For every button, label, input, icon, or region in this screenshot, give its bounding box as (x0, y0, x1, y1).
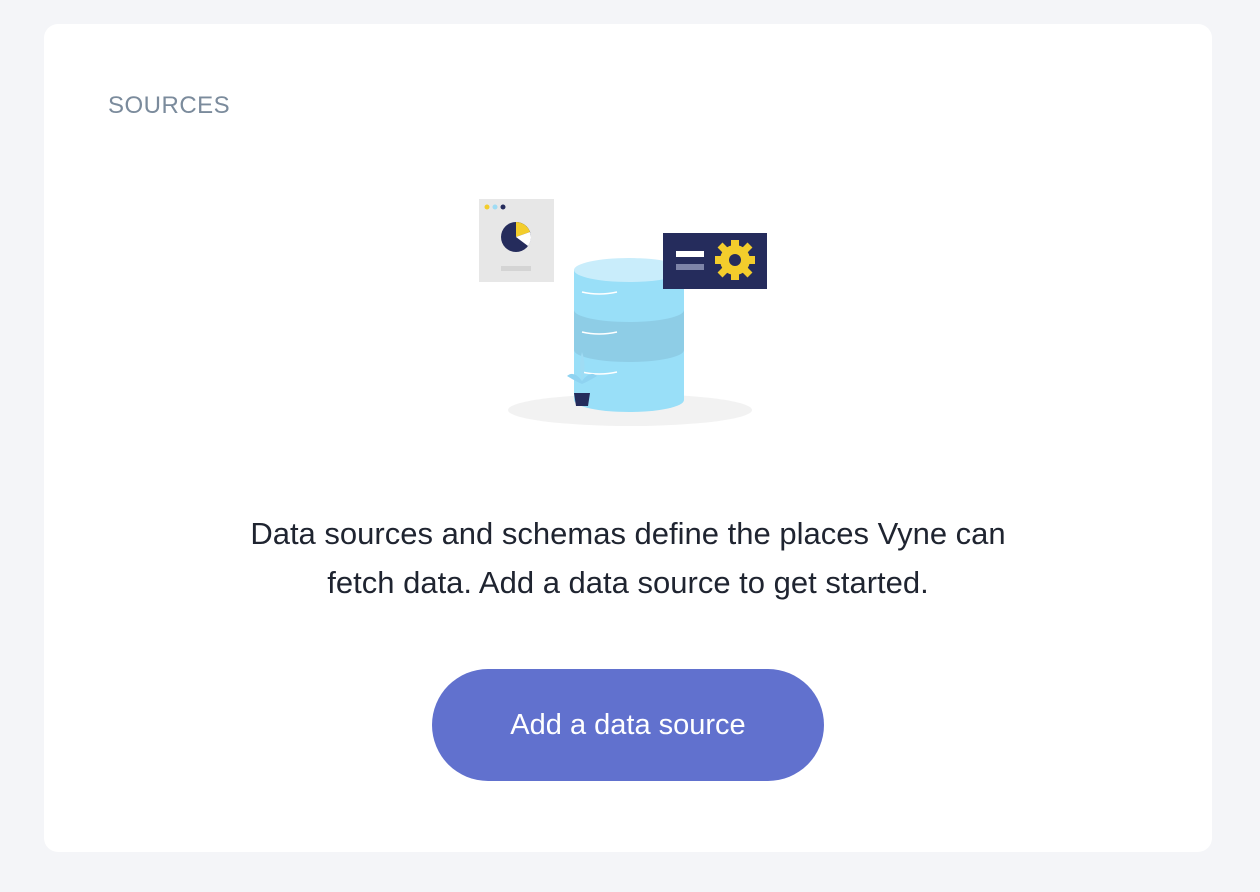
database-illustration (479, 199, 767, 426)
sources-card: SOURCES Data sources and schemas define … (44, 24, 1212, 852)
settings-panel-icon (663, 233, 767, 289)
empty-state-message: Data sources and schemas define the plac… (250, 516, 1006, 600)
section-title: SOURCES (108, 92, 231, 119)
chart-report-icon (479, 199, 554, 282)
add-data-source-button[interactable]: Add a data source (432, 669, 824, 781)
